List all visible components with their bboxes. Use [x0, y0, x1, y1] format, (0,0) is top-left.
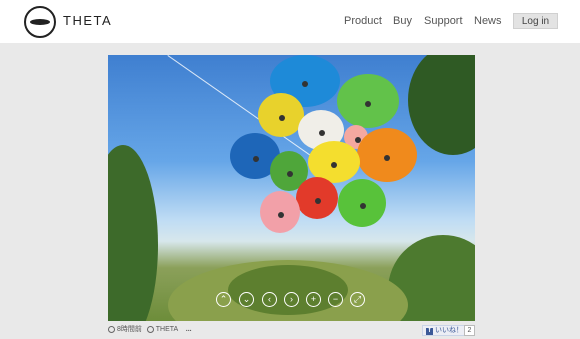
time-ago: 8時間前: [116, 326, 142, 333]
like-label: いいね！: [434, 327, 463, 334]
like-count: 2: [464, 325, 475, 336]
up-icon[interactable]: ⌃: [216, 292, 231, 307]
fullscreen-icon[interactable]: ⤢: [350, 292, 365, 307]
pink-balloon: [260, 191, 300, 233]
clock-icon: [108, 325, 115, 333]
tree-left: [108, 145, 158, 321]
login-button[interactable]: Log in: [513, 13, 558, 29]
tree-top-right: [408, 55, 475, 155]
facebook-icon: f: [426, 328, 433, 335]
more-button[interactable]: ...: [186, 326, 192, 333]
red-balloon: [296, 177, 338, 219]
site-header: THETA Product Buy Support News Log in: [0, 0, 580, 43]
tree-center: [228, 265, 348, 315]
nav-news[interactable]: News: [474, 15, 502, 27]
zoom-out-icon[interactable]: −: [328, 292, 343, 307]
zoom-in-icon[interactable]: +: [306, 292, 321, 307]
facebook-like-button[interactable]: f いいね！: [422, 325, 467, 336]
spherical-image-viewer[interactable]: ⌃ ⌄ ‹ › + − ⤢: [108, 55, 475, 321]
down-icon[interactable]: ⌄: [239, 292, 254, 307]
green-balloon: [337, 74, 399, 128]
nav-support[interactable]: Support: [424, 15, 463, 27]
orange-balloon: [357, 128, 417, 182]
brand-name[interactable]: THETA: [63, 13, 112, 28]
post-footer: 8時間前 THETA ... f いいね！ 2: [108, 324, 475, 337]
theta-logo-icon[interactable]: [24, 6, 56, 38]
user-name[interactable]: THETA: [156, 326, 178, 333]
nav-buy[interactable]: Buy: [393, 15, 412, 27]
green-balloon-3: [338, 179, 386, 227]
left-icon[interactable]: ‹: [262, 292, 277, 307]
right-icon[interactable]: ›: [284, 292, 299, 307]
nav-product[interactable]: Product: [344, 15, 382, 27]
user-icon: [146, 325, 154, 333]
